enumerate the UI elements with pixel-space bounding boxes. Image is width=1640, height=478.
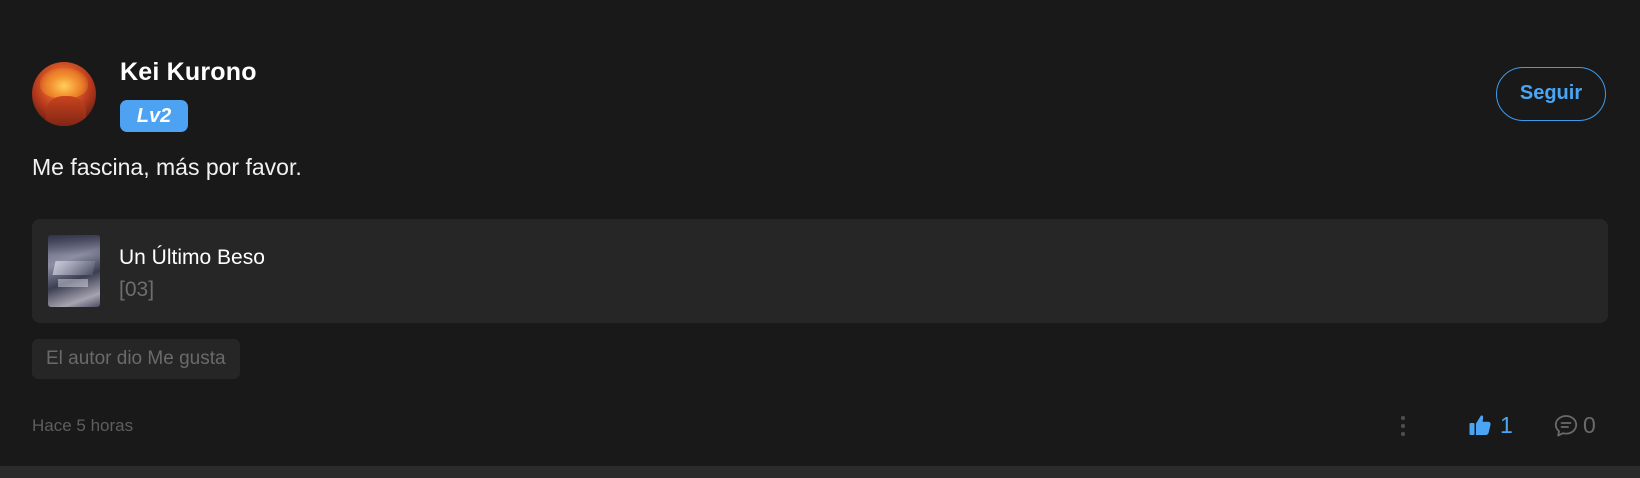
work-link-card[interactable]: Un Último Beso [03] (32, 219, 1608, 323)
level-badge: Lv2 (120, 100, 188, 132)
thumbs-up-icon (1469, 415, 1491, 435)
comment-card: Kei Kurono Lv2 Seguir Me fascina, más po… (0, 0, 1640, 478)
comment-text: Me fascina, más por favor. (32, 154, 302, 180)
avatar-figure-shape (46, 96, 86, 126)
divider (0, 466, 1640, 478)
more-vertical-icon (1401, 416, 1405, 420)
more-options-button[interactable] (1393, 412, 1413, 442)
avatar[interactable] (32, 62, 96, 126)
like-count: 1 (1500, 412, 1513, 438)
work-chapter: [03] (119, 278, 155, 301)
work-cover-image (48, 235, 100, 307)
reply-count: 0 (1583, 412, 1596, 438)
follow-button[interactable]: Seguir (1496, 67, 1606, 121)
work-title: Un Último Beso (119, 246, 265, 269)
author-liked-badge: El autor dio Me gusta (32, 339, 240, 379)
timestamp: Hace 5 horas (32, 416, 134, 435)
avatar-hair-shape (40, 68, 88, 98)
comment-bubble-icon (1554, 415, 1578, 437)
username[interactable]: Kei Kurono (120, 58, 257, 87)
